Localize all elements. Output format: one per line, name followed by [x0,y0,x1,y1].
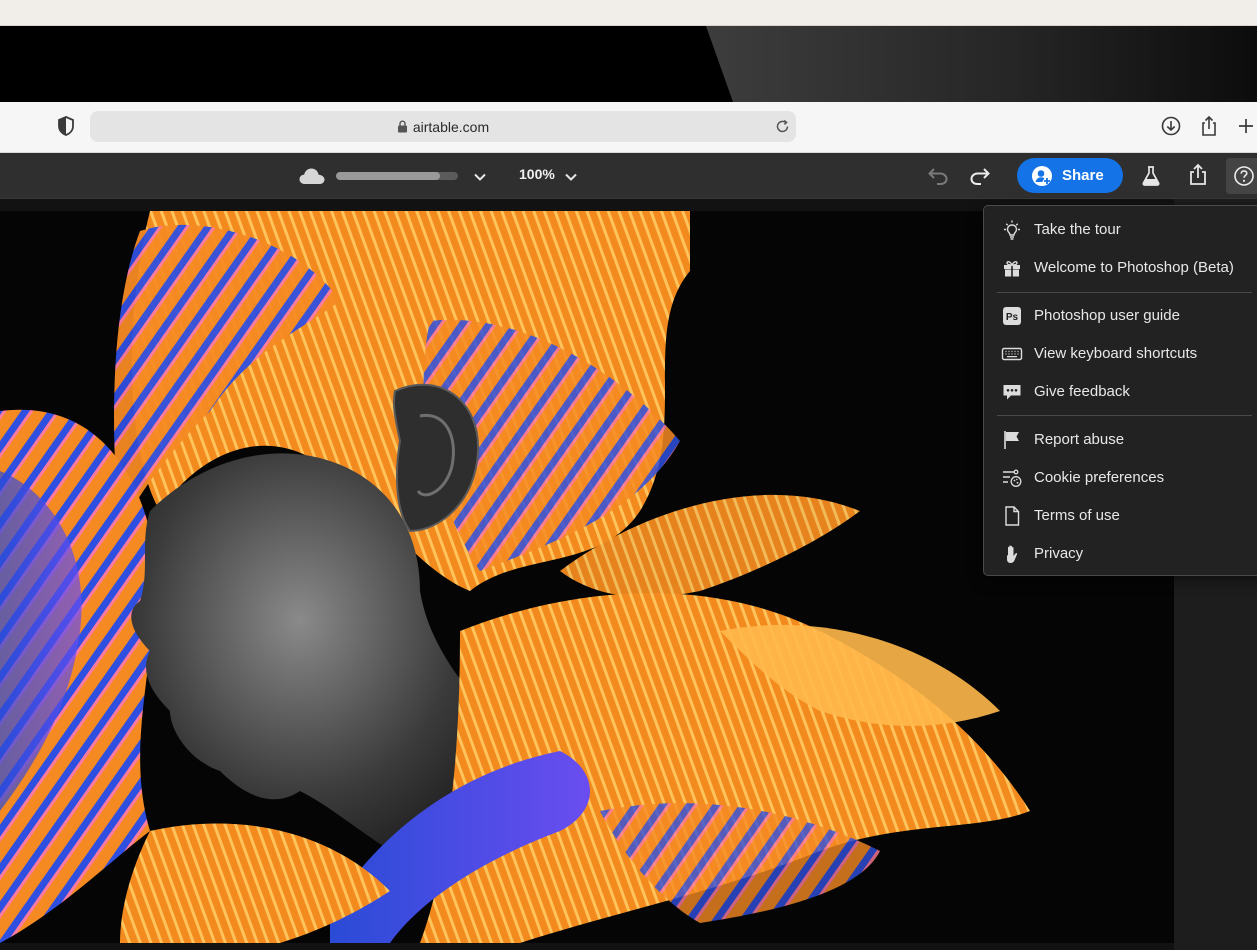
svg-text:Ps: Ps [1006,312,1019,323]
menu-item-label: Report abuse [1034,431,1125,448]
screen: airtable.com 100% Share Take the tour We… [0,0,1257,950]
menu-item-welcome[interactable]: Welcome to Photoshop (Beta) [984,250,1257,286]
menu-item-label: Take the tour [1034,221,1121,238]
add-user-icon [1032,165,1052,186]
browser-toolbar: airtable.com [0,102,1257,153]
url-text: airtable.com [412,118,490,135]
menu-item-label: Terms of use [1034,507,1120,524]
share-sheet-icon[interactable] [1198,115,1220,137]
new-tab-icon[interactable] [1235,115,1257,137]
shield-icon[interactable] [57,116,75,136]
menu-item-cookie-preferences[interactable]: Cookie preferences [984,460,1257,496]
zoom-level[interactable]: 100% [519,166,555,182]
lock-icon [397,120,407,133]
lightbulb-icon [1004,220,1020,240]
download-icon[interactable] [1160,115,1182,137]
menu-item-label: View keyboard shortcuts [1034,345,1198,362]
menu-item-keyboard-shortcuts[interactable]: View keyboard shortcuts [984,336,1257,372]
keyboard-icon [1001,347,1023,361]
menu-item-take-the-tour[interactable]: Take the tour [984,212,1257,248]
menu-item-privacy[interactable]: Privacy [984,536,1257,572]
menu-item-report-abuse[interactable]: Report abuse [984,422,1257,458]
help-button[interactable] [1226,158,1257,194]
chevron-down-icon[interactable] [473,172,487,182]
ps-icon: Ps [1003,307,1021,325]
menu-divider [997,292,1252,293]
band-gradient-shape [706,26,1257,102]
cookie-settings-icon [1003,469,1022,487]
desktop-band [0,26,1257,102]
help-menu: Take the tour Welcome to Photoshop (Beta… [983,205,1257,576]
share-label: Share [1062,167,1104,184]
address-bar-content: airtable.com [90,111,796,142]
menu-divider [997,415,1252,416]
menu-item-user-guide[interactable]: Ps Photoshop user guide [984,298,1257,334]
undo-icon[interactable] [926,164,950,188]
document-name-progress [336,172,458,180]
redo-icon[interactable] [968,164,992,188]
progress-fill [336,172,440,180]
help-icon [1234,166,1254,186]
menu-item-label: Cookie preferences [1034,469,1165,486]
chat-bubble-icon [1003,385,1021,400]
top-strip [0,0,1257,26]
export-icon[interactable] [1186,163,1210,187]
menu-item-terms-of-use[interactable]: Terms of use [984,498,1257,534]
menu-item-label: Photoshop user guide [1034,307,1180,324]
flag-icon [1004,431,1019,449]
reload-icon[interactable] [775,119,790,134]
menu-item-label: Give feedback [1034,383,1130,400]
share-button[interactable]: Share [1017,158,1123,193]
app-toolbar: 100% Share [0,153,1257,199]
hand-icon [1007,545,1018,563]
document-icon [1005,506,1020,526]
zoom-chevron-icon[interactable] [564,172,578,182]
cloud-icon [299,168,325,184]
menu-item-give-feedback[interactable]: Give feedback [984,374,1257,410]
menu-item-label: Welcome to Photoshop (Beta) [1034,259,1234,276]
menu-item-label: Privacy [1034,545,1084,562]
address-bar[interactable]: airtable.com [90,111,796,142]
gift-icon [1004,261,1020,277]
beta-flask-icon[interactable] [1139,164,1163,188]
